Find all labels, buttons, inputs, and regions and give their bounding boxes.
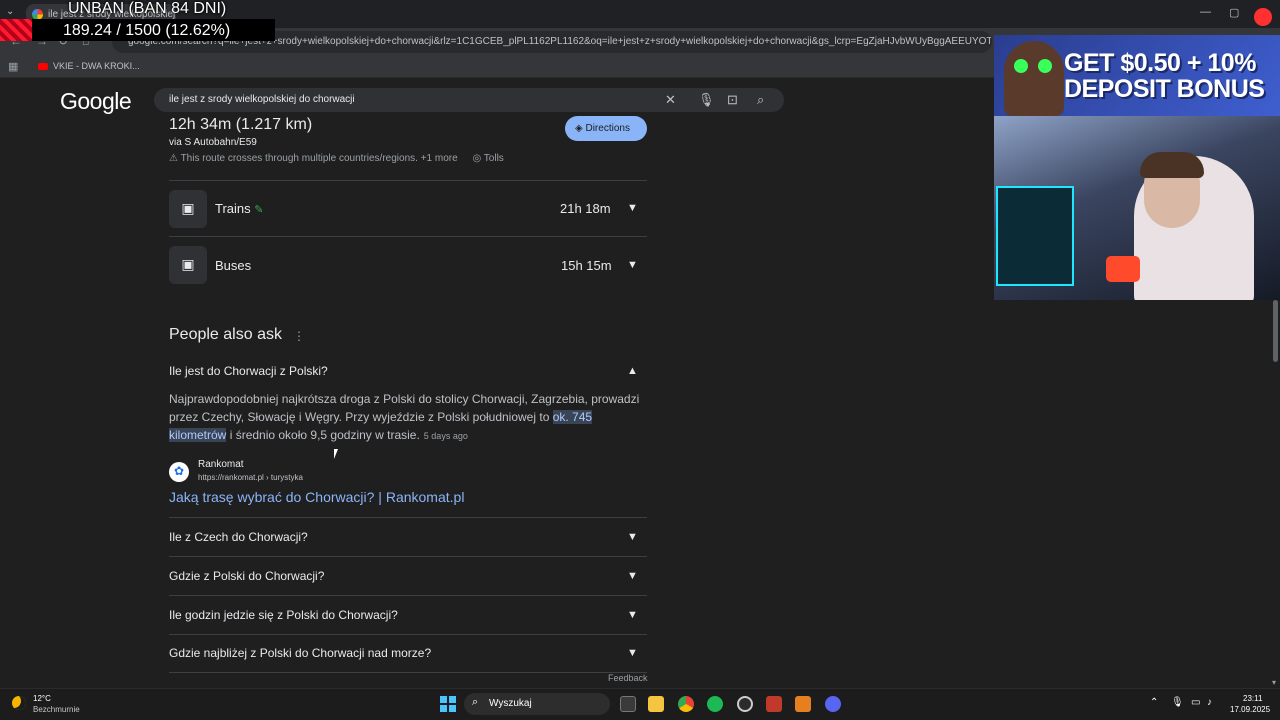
google-logo[interactable]: Google	[60, 88, 132, 115]
search-icon: ⌕	[472, 696, 479, 708]
chevron-up-icon[interactable]: ▲	[627, 365, 638, 377]
clear-search-icon[interactable]: ✕	[665, 92, 676, 108]
youtube-icon	[38, 63, 48, 71]
weather-temperature[interactable]: 12°C	[33, 694, 51, 703]
buses-duration: 15h 15m	[561, 258, 612, 273]
bus-icon: ▣	[169, 246, 207, 284]
discord-icon[interactable]	[825, 696, 841, 712]
paa-question-expanded[interactable]: Ile jest do Chorwacji z Polski?	[169, 364, 328, 378]
answer-text-end: i średnio około 9,5 godziny w trasie.	[226, 428, 420, 442]
chrome-icon[interactable]	[678, 696, 694, 712]
route-via: via S Autobahn/E59	[169, 137, 257, 148]
bookmark-label: VKIE - DWA KROKI...	[53, 61, 140, 71]
promo-line-2: DEPOSIT BONUS	[1064, 75, 1265, 103]
warning-stripes	[0, 19, 32, 41]
apps-grid-icon[interactable]: ▦	[8, 60, 18, 73]
paa-question[interactable]: Ile godzin jedzie się z Polski do Chorwa…	[169, 608, 398, 622]
taskbar	[0, 688, 1280, 720]
voice-search-icon[interactable]: 🎙	[698, 92, 715, 108]
tray-chevron-icon[interactable]: ⌃	[1150, 697, 1158, 708]
bookmark-item[interactable]: VKIE - DWA KROKI...	[38, 61, 140, 71]
file-explorer-icon[interactable]	[648, 696, 664, 712]
moon-icon[interactable]	[12, 696, 26, 710]
tab-search-chevron-icon[interactable]: ⌄	[6, 6, 14, 17]
route-note-text: This route crosses through multiple coun…	[180, 153, 458, 164]
task-view-icon[interactable]	[620, 696, 636, 712]
trains-label: Trains	[215, 201, 251, 216]
steam-icon[interactable]	[737, 696, 753, 712]
promo-text: GET $0.50 + 10% DEPOSIT BONUS	[1064, 49, 1265, 103]
chevron-down-icon[interactable]: ▼	[627, 202, 638, 214]
webcam-pc	[996, 186, 1074, 286]
chevron-down-icon[interactable]: ▼	[627, 259, 638, 271]
warning-icon: ⚠	[169, 153, 178, 164]
counter-overlay-text: 189.24 / 1500 (12.62%)	[63, 22, 231, 39]
divider	[169, 672, 647, 673]
more-options-icon[interactable]: ⋮	[293, 329, 305, 343]
webcam-overlay	[994, 116, 1280, 300]
webcam-hair	[1140, 152, 1204, 178]
chevron-down-icon[interactable]: ▼	[627, 647, 638, 659]
ban-overlay-text: UNBAN (BAN 84 DNI)	[68, 0, 227, 17]
answer-age: 5 days ago	[423, 431, 468, 441]
directions-label: Directions	[585, 123, 630, 134]
scrollbar-thumb[interactable]	[1273, 300, 1278, 362]
paa-answer: Najprawdopodobniej najkrótsza droga z Po…	[169, 390, 649, 445]
source-name[interactable]: Rankomat	[198, 459, 244, 470]
paa-question[interactable]: Gdzie z Polski do Chorwacji?	[169, 569, 324, 583]
promo-line-1: GET $0.50 + 10%	[1064, 49, 1256, 77]
source-link[interactable]: Jaką trasę wybrać do Chorwacji? | Rankom…	[169, 489, 464, 505]
train-icon: ▣	[169, 190, 207, 228]
clock-time[interactable]: 23:11	[1243, 694, 1262, 703]
taskbar-search[interactable]	[464, 693, 610, 715]
people-also-ask-title: People also ask	[169, 326, 282, 343]
chevron-down-icon[interactable]: ▼	[627, 609, 638, 621]
feedback-link[interactable]: Feedback	[608, 673, 648, 683]
profile-avatar[interactable]	[1254, 8, 1272, 26]
webcam-microphone	[1106, 256, 1140, 282]
network-icon[interactable]: ▭	[1191, 697, 1200, 708]
directions-button[interactable]: ◈ Directions	[565, 116, 647, 141]
divider	[169, 180, 647, 181]
search-input[interactable]: ile jest z srody wielkopolskiej do chorw…	[169, 94, 355, 105]
directions-icon: ◈	[575, 123, 583, 134]
mode-label[interactable]: Trains ✎	[215, 201, 263, 216]
route-duration: 12h 34m (1.217 km)	[169, 116, 313, 133]
tolls-icon: ◎	[472, 153, 482, 164]
scroll-down-icon[interactable]: ▾	[1272, 678, 1276, 687]
windows-start-icon[interactable]	[440, 696, 456, 712]
lens-search-icon[interactable]: ⊡	[727, 92, 738, 108]
app-icon[interactable]	[795, 696, 811, 712]
volume-icon[interactable]: ♪	[1207, 697, 1212, 708]
mouse-cursor	[334, 449, 342, 459]
maximize-icon[interactable]: ▢	[1229, 6, 1239, 19]
chevron-down-icon[interactable]: ▼	[627, 570, 638, 582]
taskbar-search-placeholder[interactable]: Wyszukaj	[489, 698, 532, 709]
promo-character	[1004, 41, 1064, 116]
clock-date[interactable]: 17.09.2025	[1230, 705, 1270, 714]
paa-question[interactable]: Gdzie najbliżej z Polski do Chorwacji na…	[169, 646, 431, 660]
paa-question[interactable]: Ile z Czech do Chorwacji?	[169, 530, 308, 544]
eco-leaf-icon: ✎	[254, 204, 264, 216]
minimize-icon[interactable]: —	[1200, 6, 1211, 18]
weather-description[interactable]: Bezchmurnie	[33, 705, 80, 714]
rankomat-favicon-icon[interactable]: ✿	[169, 462, 189, 482]
app-icon[interactable]	[766, 696, 782, 712]
spotify-icon[interactable]	[707, 696, 723, 712]
microphone-icon[interactable]: 🎙	[1171, 697, 1184, 708]
route-note: ⚠ This route crosses through multiple co…	[169, 153, 504, 164]
promo-banner: GET $0.50 + 10% DEPOSIT BONUS	[994, 35, 1280, 116]
divider	[169, 634, 647, 635]
divider	[169, 517, 647, 518]
source-url[interactable]: https://rankomat.pl › turystyka	[198, 473, 303, 482]
tolls-label: Tolls	[483, 153, 504, 164]
trains-duration: 21h 18m	[560, 201, 611, 216]
chevron-down-icon[interactable]: ▼	[627, 531, 638, 543]
divider	[169, 556, 647, 557]
divider	[169, 595, 647, 596]
search-icon[interactable]: ⌕	[757, 92, 764, 108]
buses-label[interactable]: Buses	[215, 258, 251, 273]
divider	[169, 236, 647, 237]
